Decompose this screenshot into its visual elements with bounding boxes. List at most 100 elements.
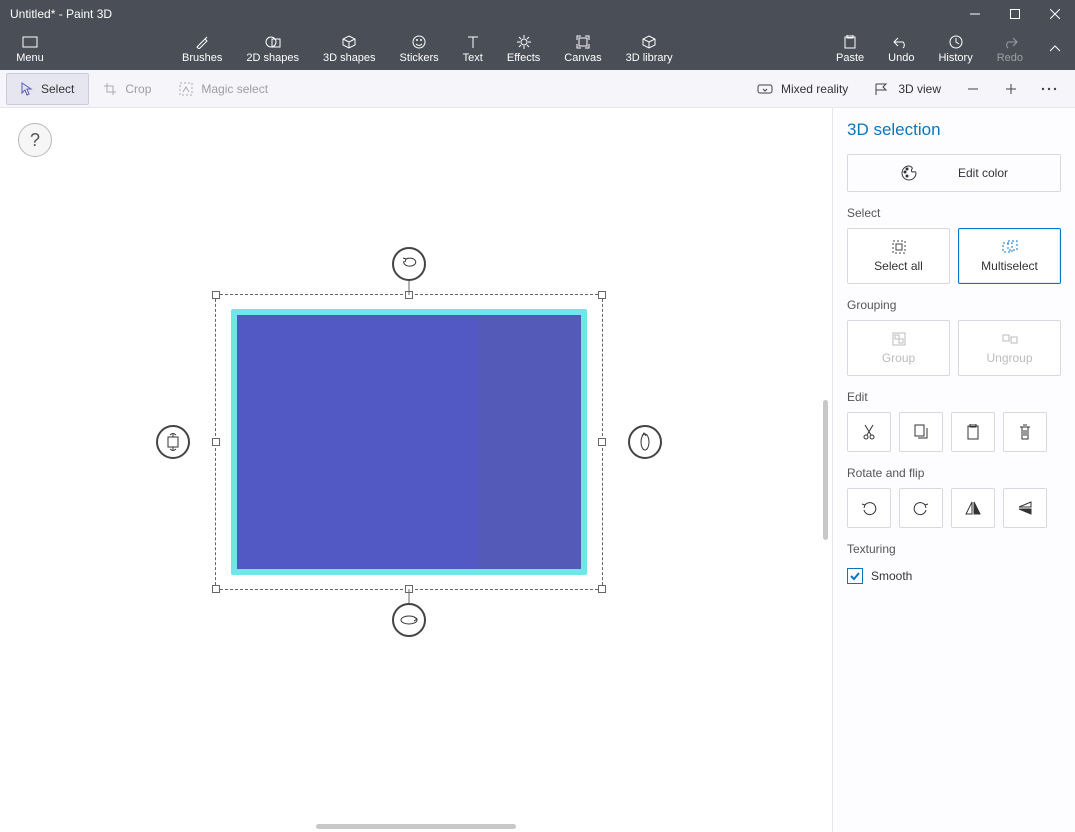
ungroup-label: Ungroup: [986, 351, 1032, 365]
multiselect-label: Multiselect: [981, 259, 1038, 273]
ribbon-effects[interactable]: Effects: [495, 28, 552, 70]
depth-handle[interactable]: [156, 425, 190, 459]
magic-select-label: Magic select: [201, 82, 268, 96]
flip-horizontal-button[interactable]: [951, 488, 995, 528]
canvas-icon: [576, 34, 590, 50]
resize-handle-tl[interactable]: [212, 291, 220, 299]
smooth-checkbox-row[interactable]: Smooth: [847, 564, 1061, 588]
select-label: Select: [41, 82, 74, 96]
redo-icon: [1002, 34, 1018, 50]
canvas-area[interactable]: ?: [0, 108, 833, 832]
rotate-x-icon: [399, 613, 419, 627]
select-section-label: Select: [847, 206, 1061, 220]
workspace: ?: [0, 108, 1075, 832]
grouping-section-label: Grouping: [847, 298, 1061, 312]
resize-handle-mr[interactable]: [598, 438, 606, 446]
rotate-section-label: Rotate and flip: [847, 466, 1061, 480]
vertical-scrollbar[interactable]: [823, 400, 828, 540]
resize-handle-tr[interactable]: [598, 291, 606, 299]
maximize-button[interactable]: [995, 0, 1035, 28]
3d-view-button[interactable]: 3D view: [864, 73, 951, 105]
undo-icon: [893, 34, 909, 50]
ungroup-button: Ungroup: [958, 320, 1061, 376]
window-controls: [955, 0, 1075, 28]
crop-icon: [103, 82, 117, 96]
ribbon-paste[interactable]: Paste: [824, 28, 876, 70]
library-icon: [642, 34, 656, 50]
text-icon: [467, 34, 479, 50]
more-button[interactable]: [1033, 73, 1065, 105]
edit-color-button[interactable]: Edit color: [847, 154, 1061, 192]
help-button[interactable]: ?: [18, 123, 52, 157]
flip-vertical-button[interactable]: [1003, 488, 1047, 528]
sticker-icon: [412, 34, 426, 50]
minimize-button[interactable]: [955, 0, 995, 28]
ribbon-brushes[interactable]: Brushes: [170, 28, 234, 70]
chevron-up-icon: [1048, 42, 1062, 56]
palette-icon: [900, 164, 918, 182]
panel-title: 3D selection: [847, 120, 1061, 140]
effects-icon: [517, 34, 531, 50]
select-all-button[interactable]: Select all: [847, 228, 950, 284]
cube-object[interactable]: [237, 315, 581, 569]
close-button[interactable]: [1035, 0, 1075, 28]
ribbon-collapse[interactable]: [1035, 28, 1075, 70]
resize-handle-br[interactable]: [598, 585, 606, 593]
sub-toolbar: Select Crop Magic select Mixed reality 3…: [0, 70, 1075, 108]
minus-icon: [966, 82, 980, 96]
cut-button[interactable]: [847, 412, 891, 452]
ribbon-2d-label: 2D shapes: [246, 52, 299, 64]
crop-tool[interactable]: Crop: [89, 70, 165, 107]
cut-icon: [862, 424, 876, 440]
smooth-checkbox[interactable]: [847, 568, 863, 584]
group-label: Group: [882, 351, 915, 365]
ribbon-history-label: History: [938, 52, 972, 64]
selection-box[interactable]: [215, 294, 603, 590]
menu-icon: [22, 34, 38, 50]
resize-handle-ml[interactable]: [212, 438, 220, 446]
resize-handle-bl[interactable]: [212, 585, 220, 593]
paste-icon: [844, 34, 856, 50]
ribbon-3d-shapes[interactable]: 3D shapes: [311, 28, 388, 70]
cube-front-face: [237, 315, 478, 569]
ribbon-3d-library[interactable]: 3D library: [614, 28, 685, 70]
rotate-z-handle[interactable]: [392, 247, 426, 281]
ribbon-redo-label: Redo: [997, 52, 1023, 64]
ribbon-history[interactable]: History: [926, 28, 984, 70]
ribbon-stickers[interactable]: Stickers: [388, 28, 451, 70]
copy-button[interactable]: [899, 412, 943, 452]
ribbon-canvas[interactable]: Canvas: [552, 28, 613, 70]
ribbon-brushes-label: Brushes: [182, 52, 222, 64]
mixed-reality-button[interactable]: Mixed reality: [747, 73, 858, 105]
rotate-y-icon: [638, 432, 652, 452]
ribbon-paste-label: Paste: [836, 52, 864, 64]
ribbon-stickers-label: Stickers: [400, 52, 439, 64]
ribbon-2d-shapes[interactable]: 2D shapes: [234, 28, 311, 70]
ellipsis-icon: [1041, 87, 1057, 91]
paste-button[interactable]: [951, 412, 995, 452]
shape2d-icon: [265, 34, 281, 50]
ribbon-undo[interactable]: Undo: [876, 28, 926, 70]
ungroup-icon: [1002, 331, 1018, 347]
delete-button[interactable]: [1003, 412, 1047, 452]
mixed-reality-label: Mixed reality: [781, 82, 848, 96]
zoom-out-button[interactable]: [957, 73, 989, 105]
rotate-y-handle[interactable]: [628, 425, 662, 459]
rotate-left-button[interactable]: [847, 488, 891, 528]
zoom-in-button[interactable]: [995, 73, 1027, 105]
selection-highlight: [231, 309, 587, 575]
rotate-right-button[interactable]: [899, 488, 943, 528]
multiselect-button[interactable]: Multiselect: [958, 228, 1061, 284]
ribbon-text[interactable]: Text: [451, 28, 495, 70]
horizontal-scrollbar[interactable]: [316, 824, 516, 829]
menu-button[interactable]: Menu: [0, 28, 60, 70]
properties-panel: 3D selection Edit color Select Select al…: [833, 108, 1075, 832]
select-tool[interactable]: Select: [6, 73, 89, 105]
ribbon-canvas-label: Canvas: [564, 52, 601, 64]
window-title: Untitled* - Paint 3D: [10, 7, 112, 21]
select-all-icon: [892, 239, 906, 255]
magic-select-tool[interactable]: Magic select: [165, 70, 282, 107]
ribbon-3d-label: 3D shapes: [323, 52, 376, 64]
rotate-x-handle[interactable]: [392, 603, 426, 637]
smooth-label: Smooth: [871, 569, 912, 583]
